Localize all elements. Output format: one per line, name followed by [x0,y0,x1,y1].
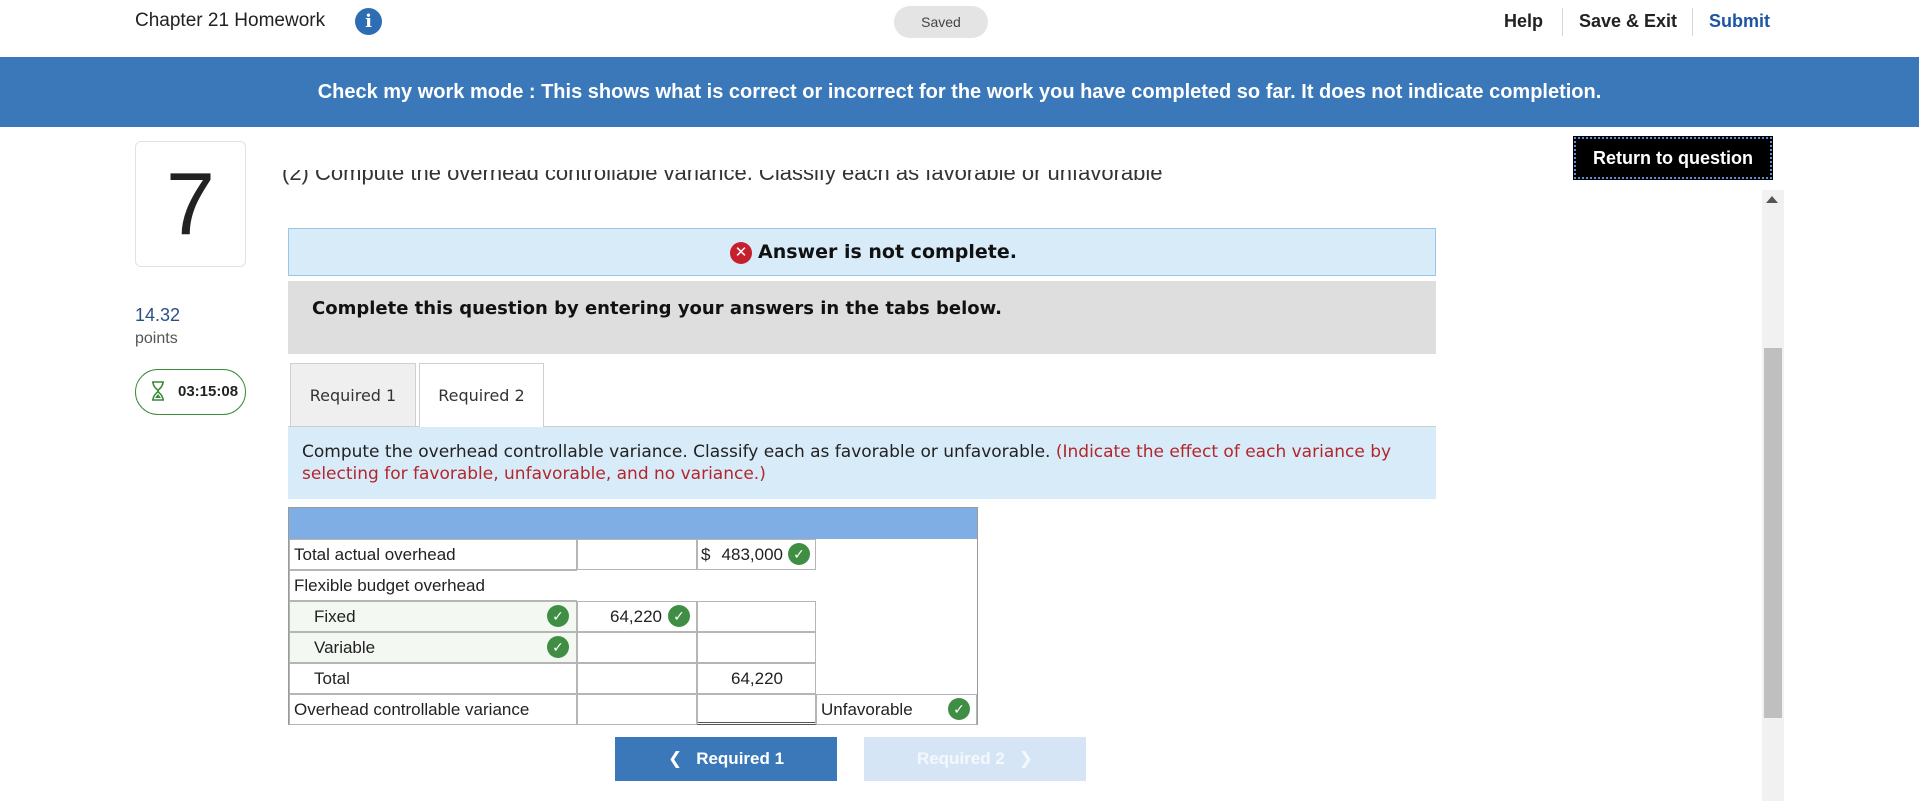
divider [1562,8,1563,36]
chevron-left-icon: ❮ [667,749,683,768]
check-icon: ✓ [668,605,690,627]
check-icon: ✓ [547,605,569,627]
clipped-prompt-text: (2) Compute the overhead controllable va… [282,170,1162,185]
error-x-icon: ✕ [730,242,752,264]
saved-status-badge: Saved [894,6,988,38]
selected-option: Unfavorable [821,700,913,719]
tab-required-2[interactable]: Required 2 [419,363,544,428]
prev-required-1-button[interactable]: ❮ Required 1 [615,737,837,781]
scrollbar[interactable] [1762,190,1784,801]
row-label-total: Total [289,663,577,694]
timer[interactable]: 03:15:08 [135,369,246,415]
row-label-overhead-controllable-variance: Overhead controllable variance [289,694,577,725]
cell-total-col1 [577,663,697,694]
check-icon: ✓ [547,636,569,658]
answer-status-text: Answer is not complete. [758,241,1017,263]
submit-link[interactable]: Submit [1709,11,1770,32]
cell-total-amount: 64,220 [697,663,816,694]
row-label-variable[interactable]: Variable [289,632,577,663]
instructions: Complete this question by entering your … [288,281,1436,354]
return-to-question-button[interactable]: Return to question [1573,136,1773,180]
table-header [289,508,977,539]
answer-table: Total actual overhead $ 483,000 ✓ Flexib… [288,507,978,725]
points-value: 14.32 [135,305,181,325]
chevron-right-icon: ❯ [1018,749,1034,768]
variance-classification-select[interactable]: Unfavorable ✓ [816,694,977,725]
cell-fixed-col2[interactable] [697,601,816,632]
top-bar: Chapter 21 Homework i Saved Help Save & … [0,0,1919,57]
clipped-question-prompt: (2) Compute the overhead controllable va… [282,170,1162,194]
cell-variable-col2[interactable] [697,632,816,663]
timer-value: 03:15:08 [178,383,239,400]
cell-variable-amount[interactable] [577,632,697,663]
cell-value: 483,000 [721,545,783,564]
cell-variance-col1 [577,694,697,725]
question-text: Compute the overhead controllable varian… [288,427,1436,499]
cell-variance-amount[interactable] [697,694,816,725]
hourglass-icon [150,381,170,403]
tab-required-1[interactable]: Required 1 [290,363,416,427]
check-icon: ✓ [948,698,970,720]
cell-col1[interactable] [577,539,697,570]
cell-value: 64,220 [610,607,662,626]
question-prompt: Compute the overhead controllable varian… [302,442,1051,462]
info-icon[interactable]: i [355,8,382,35]
assignment-title: Chapter 21 Homework [135,10,326,31]
scrollbar-thumb[interactable] [1764,348,1782,718]
answer-status-box: ✕ Answer is not complete. [288,228,1436,276]
divider [1692,8,1693,36]
help-link[interactable]: Help [1504,11,1543,32]
scroll-up-arrow-icon[interactable] [1766,196,1778,203]
prev-button-label: Required 1 [696,749,785,768]
check-my-work-banner: Check my work mode : This shows what is … [0,57,1919,127]
check-icon: ✓ [788,543,810,565]
currency-symbol: $ [701,545,711,564]
row-label-flexible-budget-overhead: Flexible budget overhead [289,570,577,601]
next-required-2-button[interactable]: Required 2 ❯ [864,737,1086,781]
row-label-fixed[interactable]: Fixed [289,601,577,632]
question-number: 7 [135,141,246,267]
points-label: points [135,330,178,347]
save-exit-link[interactable]: Save & Exit [1579,11,1677,32]
cell-total-actual-overhead-amount[interactable]: $ 483,000 ✓ [697,539,816,570]
row-label-total-actual-overhead: Total actual overhead [289,539,577,570]
next-button-label: Required 2 [916,749,1005,768]
cell-fixed-amount[interactable]: 64,220 ✓ [577,601,697,632]
